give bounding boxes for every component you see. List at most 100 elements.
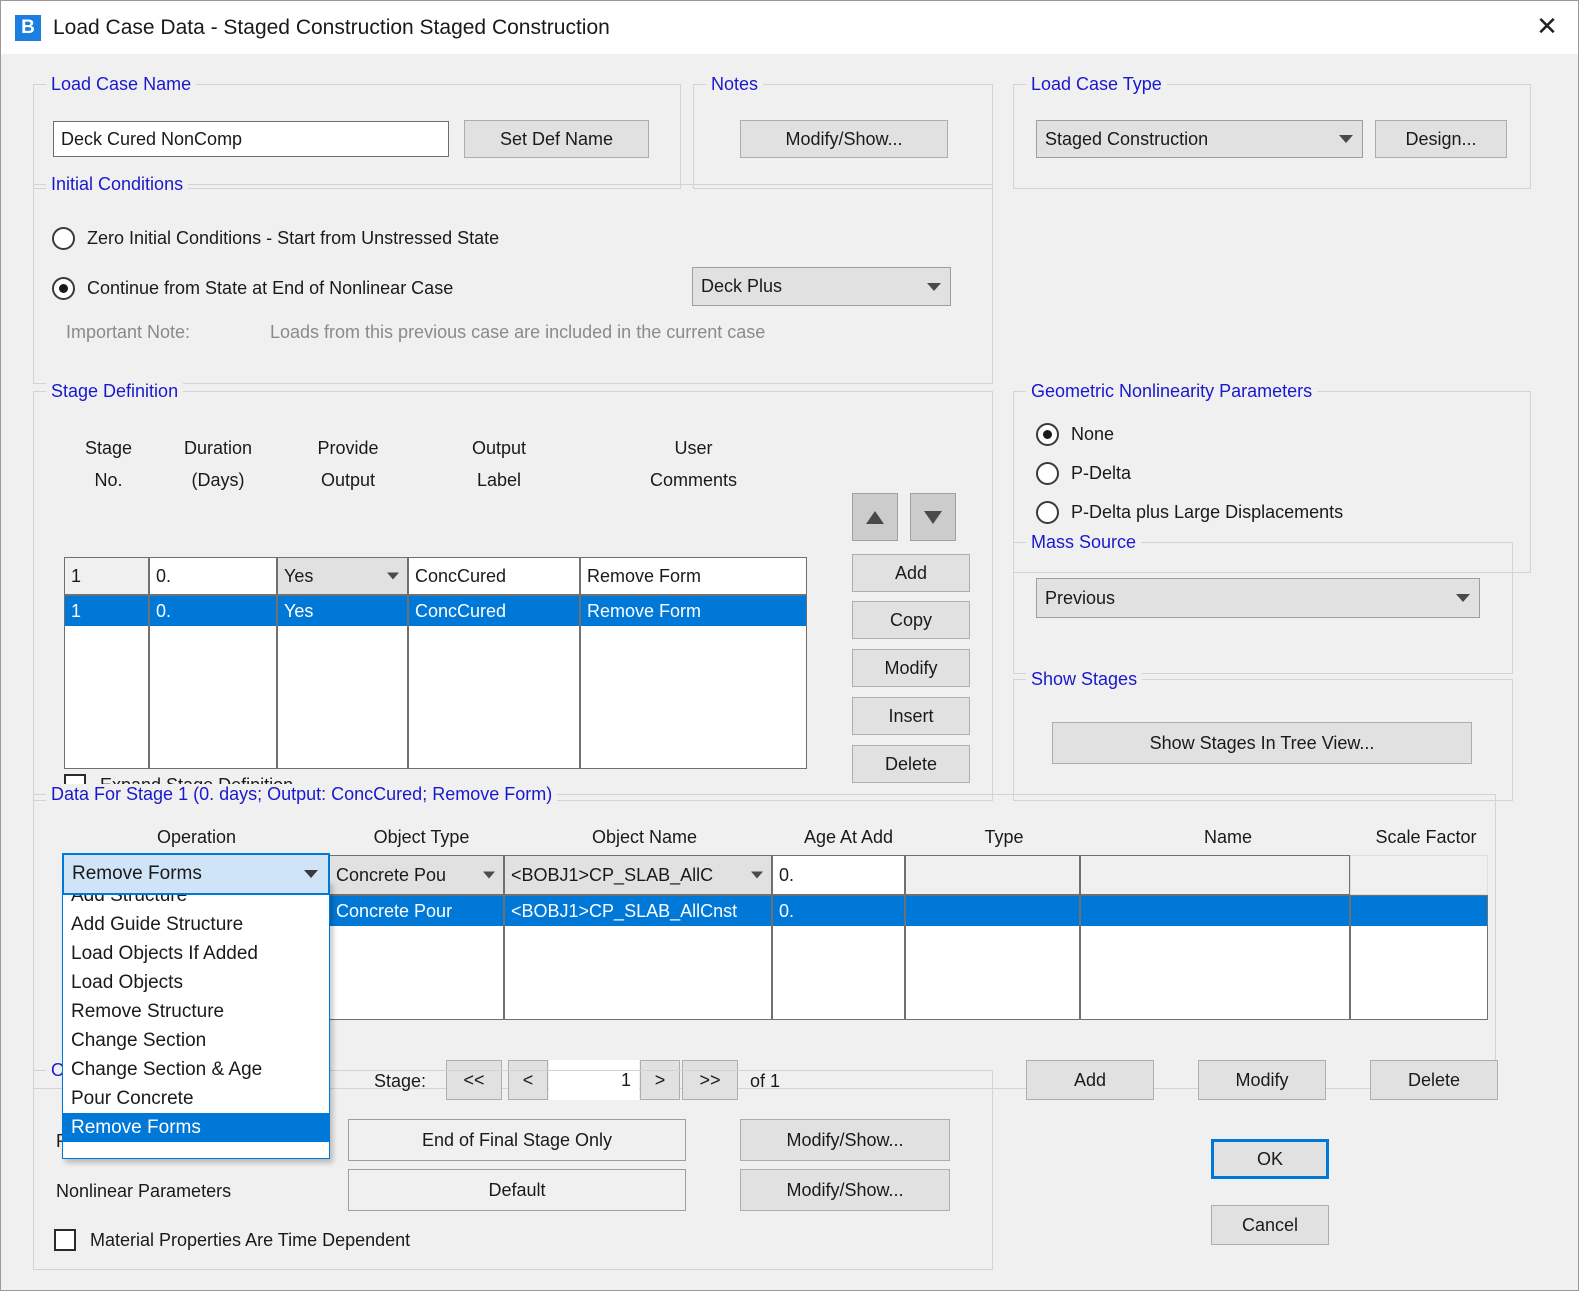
- data-header-scale-factor: Scale Factor: [1356, 827, 1496, 848]
- radio-geomnl-pdelta-large[interactable]: P-Delta plus Large Displacements: [1036, 501, 1343, 524]
- move-stage-down-button[interactable]: [910, 493, 956, 541]
- set-def-name-button[interactable]: Set Def Name: [464, 120, 649, 158]
- chevron-down-icon: [304, 870, 318, 878]
- data-list-col-name[interactable]: [1080, 895, 1350, 1020]
- show-stages-legend: Show Stages: [1026, 669, 1142, 690]
- chevron-down-icon: [927, 283, 941, 291]
- data-edit-object-name[interactable]: <BOBJ1>CP_SLAB_AllC: [504, 855, 772, 895]
- data-list-col-object-type[interactable]: Concrete Pour: [329, 895, 504, 1020]
- load-case-type-group: Load Case Type Staged Construction Desig…: [1013, 84, 1531, 189]
- data-header-operation: Operation: [64, 827, 329, 848]
- data-modify-button[interactable]: Modify: [1198, 1060, 1326, 1100]
- radio-circle-icon: [1036, 462, 1059, 485]
- operation-option-add-guide-structure[interactable]: Add Guide Structure: [63, 910, 329, 939]
- mass-source-group: Mass Source Previous: [1013, 542, 1513, 674]
- operation-option-pour-concrete[interactable]: Pour Concrete: [63, 1084, 329, 1113]
- stage-insert-button[interactable]: Insert: [852, 697, 970, 735]
- cancel-button[interactable]: Cancel: [1211, 1205, 1329, 1245]
- data-list-col-age-at-add[interactable]: 0.: [772, 895, 905, 1020]
- mass-source-legend: Mass Source: [1026, 532, 1141, 553]
- operation-combo-open[interactable]: Remove Forms: [62, 853, 330, 895]
- data-list-cell-scale-factor: [1351, 896, 1487, 926]
- data-edit-object-type-value: Concrete Pou: [336, 865, 446, 886]
- stage-list-col-stage-no[interactable]: 1: [64, 595, 149, 769]
- window-title: Load Case Data - Staged Construction Sta…: [53, 16, 610, 40]
- notes-group: Notes Modify/Show...: [693, 84, 993, 189]
- stage-list[interactable]: 1 0. Yes ConcCured Remove Form: [64, 595, 807, 769]
- design-button[interactable]: Design...: [1375, 120, 1507, 158]
- radio-circle-icon: [1036, 501, 1059, 524]
- data-edit-name: [1080, 855, 1350, 895]
- radio-zero-initial-conditions[interactable]: Zero Initial Conditions - Start from Uns…: [52, 227, 499, 250]
- data-list-col-type[interactable]: [905, 895, 1080, 1020]
- stage-delete-button[interactable]: Delete: [852, 745, 970, 783]
- data-header-name: Name: [1092, 827, 1364, 848]
- data-list-col-object-name[interactable]: <BOBJ1>CP_SLAB_AllCnst: [504, 895, 772, 1020]
- radio-geomnl-pdelta-large-label: P-Delta plus Large Displacements: [1071, 502, 1343, 523]
- load-case-name-input[interactable]: Deck Cured NonComp: [53, 121, 449, 157]
- stage-edit-output-label[interactable]: ConcCured: [408, 557, 580, 595]
- stage-modify-button[interactable]: Modify: [852, 649, 970, 687]
- results-saved-modify-show-button[interactable]: Modify/Show...: [740, 1119, 950, 1161]
- chevron-down-icon: [1339, 135, 1353, 143]
- radio-continue-from-state[interactable]: Continue from State at End of Nonlinear …: [52, 277, 453, 300]
- load-case-name-legend: Load Case Name: [46, 74, 196, 95]
- radio-geomnl-none[interactable]: None: [1036, 423, 1114, 446]
- stage-edit-user-comments[interactable]: Remove Form: [580, 557, 807, 595]
- operation-combo-value: Remove Forms: [72, 863, 202, 885]
- chevron-down-icon: [387, 573, 399, 580]
- notes-modify-show-button[interactable]: Modify/Show...: [740, 120, 948, 158]
- data-delete-button[interactable]: Delete: [1370, 1060, 1498, 1100]
- radio-geomnl-pdelta[interactable]: P-Delta: [1036, 462, 1131, 485]
- important-note-text: Loads from this previous case are includ…: [270, 322, 765, 343]
- operation-option-load-objects[interactable]: Load Objects: [63, 968, 329, 997]
- load-case-type-value: Staged Construction: [1045, 129, 1208, 150]
- data-header-object-name: Object Name: [512, 827, 777, 848]
- operation-option-change-section[interactable]: Change Section: [63, 1026, 329, 1055]
- data-for-stage-legend: Data For Stage 1 (0. days; Output: ConcC…: [46, 784, 557, 805]
- data-edit-object-type[interactable]: Concrete Pou: [329, 855, 504, 895]
- data-header-age-at-add: Age At Add: [782, 827, 915, 848]
- close-icon[interactable]: ✕: [1516, 1, 1578, 53]
- stage-list-col-user-comments[interactable]: Remove Form: [580, 595, 807, 769]
- ok-button[interactable]: OK: [1211, 1139, 1329, 1179]
- stage-header-user-comments-2: Comments: [586, 470, 801, 491]
- operation-option-load-objects-if-added[interactable]: Load Objects If Added: [63, 939, 329, 968]
- mass-source-combo[interactable]: Previous: [1036, 578, 1480, 618]
- radio-zero-label: Zero Initial Conditions - Start from Uns…: [87, 228, 499, 249]
- move-stage-up-button[interactable]: [852, 493, 898, 541]
- data-list-cell-object-type: Concrete Pour: [330, 896, 503, 926]
- geometric-nonlinearity-legend: Geometric Nonlinearity Parameters: [1026, 381, 1317, 402]
- stage-list-col-duration[interactable]: 0.: [149, 595, 277, 769]
- nonlinear-parameters-value: Default: [348, 1169, 686, 1211]
- operation-option-remove-structure[interactable]: Remove Structure: [63, 997, 329, 1026]
- stage-list-col-output-label[interactable]: ConcCured: [408, 595, 580, 769]
- stage-copy-button[interactable]: Copy: [852, 601, 970, 639]
- radio-circle-selected-icon: [1036, 423, 1059, 446]
- notes-legend: Notes: [706, 74, 763, 95]
- data-list-cell-object-name: <BOBJ1>CP_SLAB_AllCnst: [505, 896, 771, 926]
- operation-option-change-section-age[interactable]: Change Section & Age: [63, 1055, 329, 1084]
- initial-condition-case-combo[interactable]: Deck Plus: [692, 267, 951, 306]
- data-list-col-scale-factor[interactable]: [1350, 895, 1488, 1020]
- radio-geomnl-pdelta-label: P-Delta: [1071, 463, 1131, 484]
- chevron-down-icon: [1456, 594, 1470, 602]
- data-add-button[interactable]: Add: [1026, 1060, 1154, 1100]
- data-edit-scale-factor: [1350, 855, 1488, 895]
- operation-dropdown-list[interactable]: Add Structure Add Guide Structure Load O…: [62, 880, 330, 1159]
- material-time-dependent-checkbox[interactable]: Material Properties Are Time Dependent: [54, 1229, 410, 1251]
- stage-list-col-provide-output[interactable]: Yes: [277, 595, 408, 769]
- data-edit-age-at-add[interactable]: 0.: [772, 855, 905, 895]
- show-stages-in-tree-view-button[interactable]: Show Stages In Tree View...: [1052, 722, 1472, 764]
- operation-option-remove-forms[interactable]: Remove Forms: [63, 1113, 329, 1142]
- nonlinear-parameters-modify-show-button[interactable]: Modify/Show...: [740, 1169, 950, 1211]
- stage-edit-duration[interactable]: 0.: [149, 557, 277, 595]
- stage-edit-provide-output[interactable]: Yes: [277, 557, 408, 595]
- load-case-type-combo[interactable]: Staged Construction: [1036, 120, 1363, 158]
- stage-header-provide-output-1: Provide: [283, 438, 413, 459]
- title-bar: B Load Case Data - Staged Construction S…: [1, 1, 1578, 54]
- stage-add-button[interactable]: Add: [852, 554, 970, 592]
- nonlinear-parameters-label: Nonlinear Parameters: [56, 1181, 231, 1202]
- stage-list-cell-output-label: ConcCured: [409, 596, 579, 626]
- stage-list-cell-stage-no: 1: [65, 596, 148, 626]
